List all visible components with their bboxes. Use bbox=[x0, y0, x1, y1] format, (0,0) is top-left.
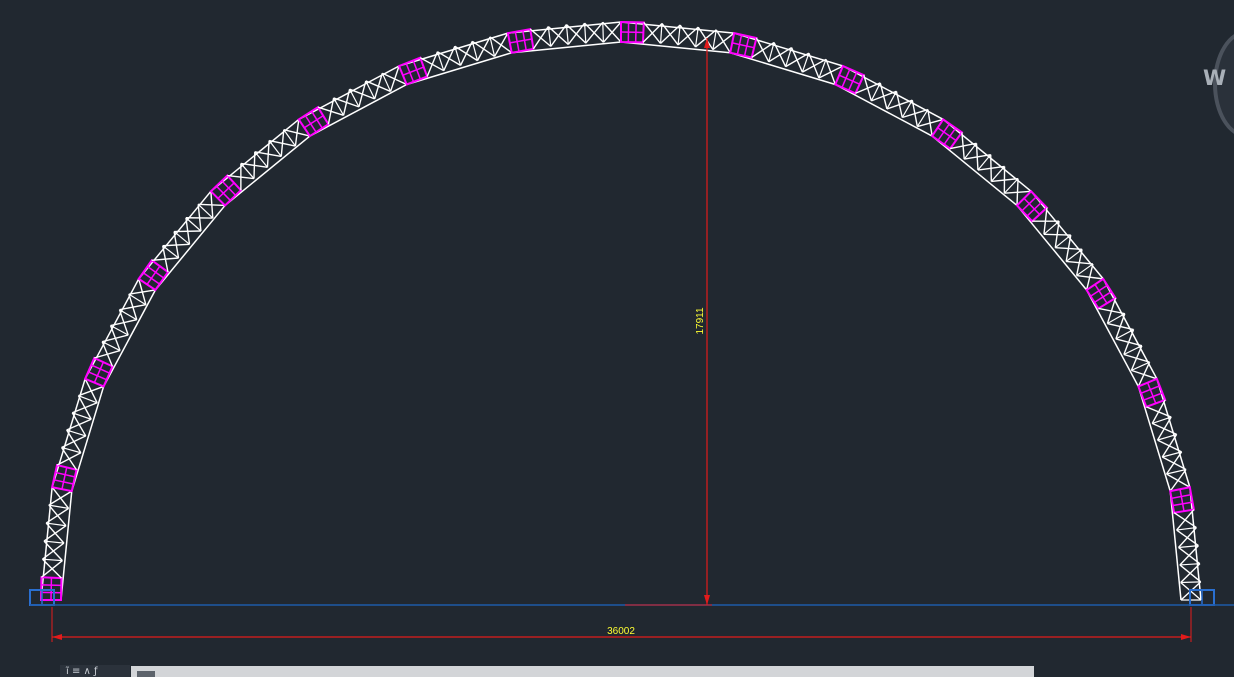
inner-chord bbox=[406, 52, 512, 86]
brace bbox=[41, 558, 62, 579]
arch-truss bbox=[39, 20, 1202, 601]
joint-rib bbox=[146, 265, 161, 285]
supports bbox=[29, 589, 1215, 606]
brace bbox=[253, 151, 256, 179]
post bbox=[990, 166, 1006, 182]
truss-segment bbox=[1085, 277, 1158, 388]
brace bbox=[43, 540, 63, 562]
post bbox=[602, 22, 605, 43]
brace bbox=[1151, 422, 1177, 436]
brace bbox=[642, 22, 663, 43]
truss-segment bbox=[83, 278, 157, 388]
joint-rib bbox=[937, 127, 957, 142]
truss-segment bbox=[39, 486, 73, 601]
inner-chord bbox=[1016, 204, 1088, 291]
command-icon[interactable] bbox=[137, 671, 155, 677]
joint-rib bbox=[61, 467, 68, 490]
truss-segment bbox=[297, 65, 408, 138]
truss-segment bbox=[137, 190, 226, 292]
post bbox=[1003, 178, 1019, 194]
inner-chord bbox=[224, 135, 311, 207]
viewcube-west-label[interactable]: W bbox=[1203, 66, 1226, 90]
brace bbox=[210, 191, 214, 219]
joint-rib bbox=[838, 74, 860, 85]
truss-segment bbox=[930, 118, 1032, 207]
drawing-canvas[interactable]: 36002 17911 bbox=[0, 0, 1234, 677]
joint-rib bbox=[402, 66, 424, 76]
inner-chord bbox=[834, 83, 933, 137]
span-arrow-right bbox=[1181, 634, 1191, 640]
rise-arrow-bottom bbox=[704, 595, 710, 605]
truss-segment bbox=[209, 118, 311, 207]
truss-segment bbox=[397, 32, 513, 86]
span-dimension-text: 36002 bbox=[607, 626, 635, 637]
inner-chord bbox=[1137, 386, 1171, 492]
truss-segment bbox=[1015, 189, 1104, 291]
command-line-input[interactable] bbox=[131, 666, 1034, 677]
brace bbox=[45, 522, 65, 544]
brace bbox=[1043, 233, 1071, 236]
span-dimension: 36002 bbox=[51, 607, 1192, 642]
joint-rib bbox=[93, 361, 105, 383]
brace bbox=[48, 504, 67, 527]
truss-segment bbox=[729, 31, 844, 86]
rise-dimension: 17911 bbox=[625, 38, 712, 606]
joint-rib bbox=[509, 38, 532, 44]
joint-rib bbox=[1146, 382, 1157, 404]
brace bbox=[1004, 190, 1032, 194]
brace bbox=[660, 24, 681, 44]
inner-chord bbox=[730, 52, 836, 86]
brace bbox=[443, 45, 456, 71]
post bbox=[197, 203, 214, 219]
truss-segment bbox=[834, 64, 944, 137]
support bbox=[1189, 589, 1215, 606]
joint-rib bbox=[1179, 489, 1185, 512]
post bbox=[1180, 581, 1201, 584]
truss-segment bbox=[506, 21, 622, 54]
truss-segment bbox=[1169, 486, 1202, 601]
inner-chord bbox=[102, 289, 157, 387]
truss-segment bbox=[1137, 377, 1191, 492]
brace bbox=[677, 26, 699, 46]
rise-dimension-text: 17911 bbox=[695, 307, 706, 335]
inner-chord bbox=[71, 386, 105, 492]
command-line-icons[interactable]: ĩ ≡ ∧ ƒ bbox=[60, 665, 130, 677]
post bbox=[185, 217, 202, 232]
truss-segment bbox=[50, 378, 105, 493]
span-arrow-left bbox=[52, 634, 62, 640]
joint-rib bbox=[732, 42, 755, 49]
truss-segment bbox=[620, 20, 735, 54]
